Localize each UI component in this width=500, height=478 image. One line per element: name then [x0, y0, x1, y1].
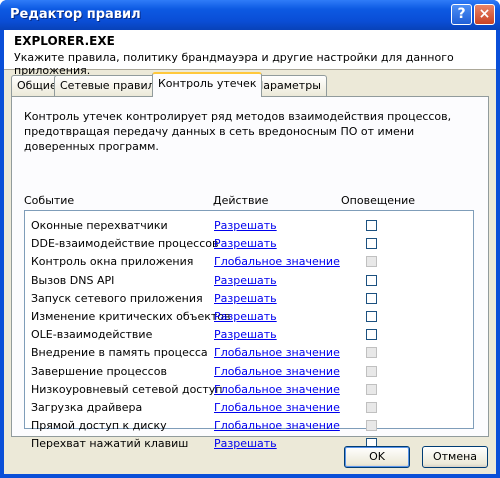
- alert-checkbox: [366, 365, 377, 377]
- alert-checkbox[interactable]: [366, 329, 377, 341]
- alert-checkbox[interactable]: [366, 292, 377, 304]
- table-row: Загрузка драйвера Глобальное значение: [25, 399, 473, 417]
- alert-checkbox: [366, 402, 377, 413]
- action-link[interactable]: Разрешать: [214, 328, 277, 341]
- action-link[interactable]: Глобальное значение: [214, 255, 340, 268]
- ok-button[interactable]: OK: [344, 446, 410, 468]
- alert-checkbox[interactable]: [366, 311, 377, 322]
- action-link[interactable]: Разрешать: [214, 274, 277, 287]
- action-link[interactable]: Разрешать: [214, 219, 277, 232]
- event-name: Внедрение в память процесса: [31, 346, 208, 360]
- event-name: Изменение критических объектов: [31, 310, 231, 323]
- event-list[interactable]: Оконные перехватчики Разрешать DDE-взаимод…: [24, 210, 474, 450]
- tab-network-rules[interactable]: Сетевые правила: [54, 75, 168, 96]
- event-name: Прямой доступ к диску: [31, 419, 167, 433]
- table-row: Оконные перехватчики Разрешать: [25, 217, 473, 235]
- table-row: Низкоуровневый сетевой доступ Глобальное …: [25, 381, 473, 399]
- table-row: Вызов DNS API Разрешать: [25, 272, 473, 290]
- alert-checkbox: [366, 256, 377, 268]
- event-name: Вызов DNS API: [31, 273, 115, 287]
- dialog-client-area: EXPLORER.EXE Укажите правила, политику б…: [4, 30, 496, 474]
- table-row: OLE-взаимодействие Разрешать: [25, 326, 473, 344]
- alert-checkbox[interactable]: [366, 274, 377, 286]
- close-button[interactable]: ×: [474, 4, 495, 25]
- event-name: Загрузка драйвера: [31, 401, 143, 414]
- table-row: Внедрение в память процесса Глобальное зн…: [25, 344, 473, 362]
- app-header: EXPLORER.EXE Укажите правила, политику б…: [4, 30, 496, 77]
- help-button[interactable]: ?: [451, 4, 472, 25]
- event-name: Запуск сетевого приложения: [31, 291, 203, 305]
- window-title: Редактор правил: [10, 7, 141, 22]
- rule-editor-window: Редактор правил ? × EXPLORER.EXE Укажите…: [0, 0, 500, 478]
- event-name: Завершение процессов: [31, 364, 167, 378]
- alert-checkbox[interactable]: [366, 238, 377, 250]
- column-header-action: Действие: [213, 194, 269, 207]
- alert-checkbox[interactable]: [366, 220, 377, 231]
- event-name: DDE-взаимодействие процессов: [31, 237, 219, 251]
- alert-checkbox: [366, 420, 377, 432]
- table-row: Изменение критических объектов Разрешать: [25, 308, 473, 326]
- event-name: Оконные перехватчики: [31, 219, 168, 232]
- table-row: Запуск сетевого приложения Разрешать: [25, 290, 473, 308]
- action-link[interactable]: Разрешать: [214, 237, 277, 250]
- action-link[interactable]: Глобальное значение: [214, 383, 340, 396]
- event-name: OLE-взаимодействие: [31, 328, 153, 342]
- alert-checkbox: [366, 383, 377, 395]
- app-name: EXPLORER.EXE: [14, 34, 115, 48]
- event-name: Низкоуровневый сетевой доступ: [31, 382, 223, 396]
- cancel-button[interactable]: Отмена: [422, 446, 488, 468]
- tab-leak-control[interactable]: Контроль утечек: [152, 72, 263, 97]
- column-header-alert: Оповещение: [341, 194, 416, 207]
- action-link[interactable]: Глобальное значение: [214, 346, 340, 359]
- column-header-event: Событие: [24, 194, 75, 207]
- title-bar[interactable]: Редактор правил ? ×: [0, 0, 500, 30]
- action-link[interactable]: Глобальное значение: [214, 401, 340, 414]
- table-row: Контроль окна приложения Глобальное значе…: [25, 253, 473, 271]
- table-row: DDE-взаимодействие процессов Разрешать: [25, 235, 473, 253]
- table-row: Прямой доступ к диску Глобальное значение: [25, 417, 473, 435]
- event-name: Контроль окна приложения: [31, 255, 194, 269]
- action-link[interactable]: Разрешать: [214, 310, 277, 323]
- action-link[interactable]: Глобальное значение: [214, 365, 340, 378]
- action-link[interactable]: Разрешать: [214, 292, 277, 305]
- action-link[interactable]: Разрешать: [214, 437, 277, 450]
- table-row: Завершение процессов Глобальное значение: [25, 363, 473, 381]
- alert-checkbox: [366, 347, 377, 359]
- event-name: Перехват нажатий клавиш: [31, 437, 189, 451]
- intro-text: Контроль утечек контролирует ряд методов…: [24, 110, 452, 153]
- leak-control-panel: Контроль утечек контролирует ряд методов…: [11, 96, 489, 450]
- action-link[interactable]: Глобальное значение: [214, 419, 340, 432]
